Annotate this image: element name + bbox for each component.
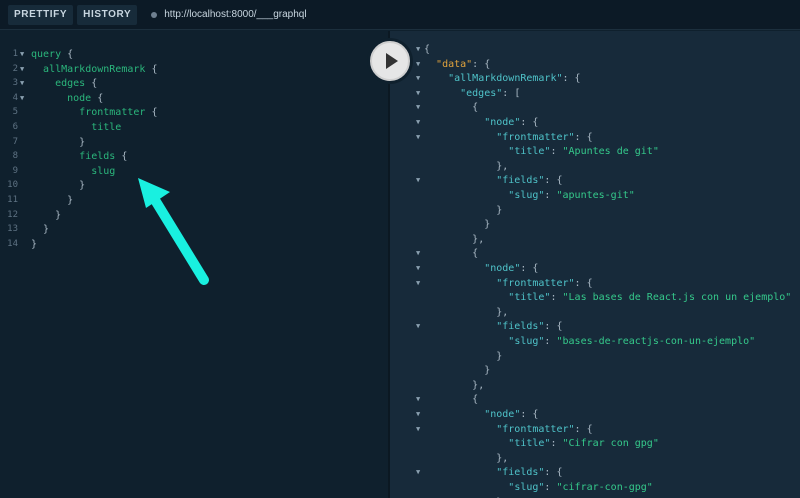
query-line[interactable]: slug [31,164,115,179]
result-line: { [424,44,431,55]
query-line[interactable]: } [31,135,85,150]
result-line: } [424,495,502,498]
query-line[interactable]: frontmatter { [31,105,157,120]
history-button[interactable]: HISTORY [77,4,138,25]
result-line: "edges": [ [460,87,521,99]
fold-triangle-icon[interactable]: ▼ [20,62,24,77]
fold-triangle-icon[interactable]: ▼ [20,76,24,91]
execute-query-button[interactable] [370,41,410,81]
line-number: 5 [12,107,18,118]
result-line: } [496,204,503,216]
fold-triangle-icon[interactable]: ▼ [416,276,420,291]
result-line: "frontmatter": { [496,423,593,435]
result-line: { [472,102,479,114]
fold-triangle-icon[interactable]: ▼ [416,115,420,130]
query-line[interactable]: query { [31,47,73,62]
query-line[interactable]: } [31,178,85,193]
fold-triangle-icon[interactable]: ▼ [416,100,420,115]
toolbar: PRETTIFY HISTORY http://localhost:8000/_… [0,0,800,30]
query-line[interactable]: } [31,222,49,237]
line-number: 11 [7,195,18,205]
play-icon [386,53,398,69]
fold-triangle-icon[interactable]: ▼ [20,47,24,62]
result-line: "node": { [484,263,539,274]
result-line: }, [496,160,509,172]
result-line: }, [496,452,509,464]
query-line[interactable]: } [31,208,61,223]
query-line[interactable]: } [31,237,37,252]
line-number: 13 [7,224,18,235]
query-line[interactable]: node { [31,91,103,106]
result-line: { [472,248,479,260]
line-number: 8 [12,151,18,162]
fold-triangle-icon[interactable]: ▼ [416,71,420,86]
result-line: "fields": { [496,321,563,333]
line-number: 2 [12,63,18,74]
line-number: 9 [12,165,18,176]
result-line: "fields": { [496,467,563,479]
fold-triangle-icon[interactable]: ▼ [416,130,420,145]
result-line: } [484,365,491,377]
result-line: "title": "Las bases de React.js con un e… [508,292,792,304]
result-line: "slug": "apuntes-git" [508,190,635,201]
fold-triangle-icon[interactable]: ▼ [416,173,420,188]
result-line: } [484,219,491,231]
query-line[interactable]: title [31,120,121,135]
query-line[interactable]: fields { [31,149,127,164]
line-number: 10 [7,180,18,191]
result-line: "title": "Cifrar con gpg" [508,438,659,450]
line-number: 7 [12,136,18,147]
fold-triangle-icon[interactable]: ▼ [416,86,420,101]
line-number: 4 [12,92,18,103]
result-line: } [496,350,503,362]
query-line[interactable]: } [31,193,73,208]
fold-triangle-icon[interactable]: ▼ [416,319,420,334]
result-line: }, [472,379,485,391]
result-line: "data": { [436,58,491,70]
line-number: 6 [12,122,18,132]
result-line: "fields": { [496,175,563,187]
result-viewer: ▼ { ▼ "data": { ▼ "allMarkdownRemark": { ▼ "… [390,31,800,498]
line-number: 1 [12,49,18,59]
fold-triangle-icon[interactable]: ▼ [416,465,420,480]
fold-triangle-icon[interactable]: ▼ [416,42,420,57]
result-line: }, [496,306,509,318]
line-number: 12 [7,209,18,220]
line-number: 14 [7,238,18,249]
fold-triangle-icon[interactable]: ▼ [416,407,420,422]
fold-triangle-icon[interactable]: ▼ [416,392,420,407]
fold-triangle-icon[interactable]: ▼ [416,246,420,261]
prettify-button[interactable]: PRETTIFY [8,4,74,25]
fold-triangle-icon[interactable]: ▼ [416,422,420,437]
result-line: "node": { [484,117,539,128]
query-editor[interactable]: 1 ▼ query {2 ▼ allMarkdownRemark {3 ▼ edges … [0,31,388,498]
result-line: }, [472,233,485,245]
result-line: "title": "Apuntes de git" [508,146,659,158]
query-line[interactable]: edges { [31,76,97,91]
fold-triangle-icon[interactable]: ▼ [20,91,24,106]
result-line: { [472,394,479,406]
result-line: "frontmatter": { [496,131,593,143]
line-number: 3 [12,78,18,89]
query-line[interactable]: allMarkdownRemark { [31,62,157,77]
endpoint-url[interactable]: http://localhost:8000/___graphql [164,9,306,20]
result-line: "node": { [484,409,539,420]
fold-triangle-icon[interactable]: ▼ [416,261,420,276]
result-line: "frontmatter": { [496,277,593,289]
fold-triangle-icon[interactable]: ▼ [416,57,420,72]
result-line: "slug": "bases-de-reactjs-con-un-ejemplo… [508,336,756,347]
status-dot-icon [151,11,158,18]
result-line: "allMarkdownRemark": { [448,73,581,85]
result-line: "slug": "cifrar-con-gpg" [508,482,653,493]
